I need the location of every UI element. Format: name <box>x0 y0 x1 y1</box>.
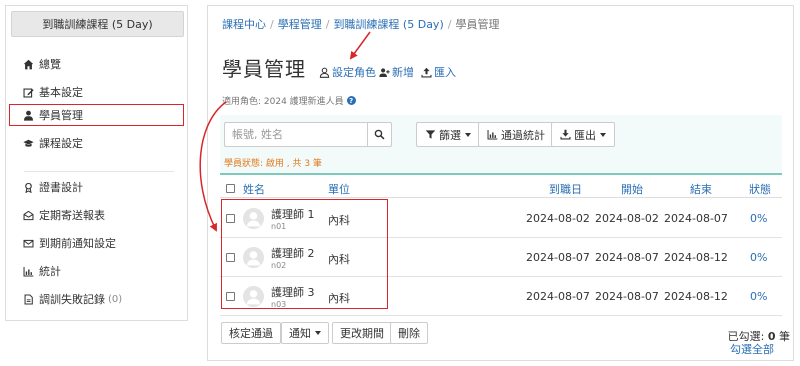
search-group <box>224 122 392 147</box>
breadcrumb-separator: / <box>447 18 452 31</box>
pass-stats-label: 通過統計 <box>501 128 545 142</box>
search-input[interactable] <box>224 122 367 147</box>
notify-button[interactable]: 通知 <box>281 322 329 344</box>
column-status[interactable]: 狀態 <box>749 181 771 197</box>
sidebar-divider <box>24 171 174 172</box>
breadcrumb-course-center[interactable]: 課程中心 <box>222 18 266 31</box>
delete-button[interactable]: 刪除 <box>390 322 428 344</box>
search-icon <box>374 129 385 140</box>
status-progress[interactable]: 0% <box>750 251 767 264</box>
select-all-checkbox[interactable] <box>226 184 235 193</box>
search-button[interactable] <box>367 122 392 147</box>
certificate-icon <box>22 181 34 193</box>
sidebar-item-course-settings[interactable]: 課程設定 <box>6 132 187 154</box>
start-date: 2024-08-02 <box>595 212 659 225</box>
add-button[interactable]: 新增 <box>379 64 414 80</box>
chevron-down-icon <box>315 331 321 335</box>
sidebar-item-certificate-design[interactable]: 證書設計 <box>6 176 187 198</box>
student-status-summary: 學員狀態: 啟用 , 共 3 筆 <box>224 159 322 169</box>
edit-icon <box>22 86 34 98</box>
status-progress[interactable]: 0% <box>750 290 767 303</box>
sidebar-item-failed-records[interactable]: 調訓失敗記錄 (0) <box>6 288 187 310</box>
arrival-date: 2024-08-07 <box>526 251 590 264</box>
user-outline-icon <box>319 67 330 78</box>
import-label: 匯入 <box>434 66 456 79</box>
breadcrumb-course[interactable]: 到職訓練課程 (5 Day) <box>333 18 443 31</box>
sidebar-item-label: 基本設定 <box>39 86 83 99</box>
sidebar-item-student-management[interactable]: 學員管理 <box>9 104 184 126</box>
page-title: 學員管理 <box>222 57 306 81</box>
set-role-label: 設定角色 <box>332 66 376 79</box>
filter-label: 篩選 <box>439 128 461 142</box>
selected-unit: 筆 <box>775 330 790 343</box>
download-icon <box>560 129 571 140</box>
column-start[interactable]: 開始 <box>621 181 643 197</box>
envelope-icon <box>22 237 34 249</box>
sidebar-item-label: 到期前通知設定 <box>39 237 116 250</box>
chevron-down-icon <box>600 132 606 137</box>
sidebar-item-statistics[interactable]: 統計 <box>6 260 187 282</box>
user-icon <box>22 109 34 121</box>
breadcrumb: 課程中心 / 學程管理 / 到職訓練課程 (5 Day) / 學員管理 <box>222 16 499 32</box>
export-button[interactable]: 匯出 <box>551 122 615 147</box>
arrival-date: 2024-08-02 <box>526 212 590 225</box>
course-title-button[interactable]: 到職訓練課程 (5 Day) <box>11 11 184 37</box>
sidebar-item-periodic-report[interactable]: 定期寄送報表 <box>6 204 187 226</box>
column-unit[interactable]: 單位 <box>328 181 350 197</box>
column-name[interactable]: 姓名 <box>243 181 265 197</box>
upload-icon <box>421 67 432 78</box>
sidebar-item-label: 總覽 <box>39 58 61 71</box>
end-date: 2024-08-07 <box>664 212 728 225</box>
change-period-button[interactable]: 更改期間 <box>332 322 392 344</box>
graduation-cap-icon <box>22 137 34 149</box>
column-arrival[interactable]: 到職日 <box>549 181 582 197</box>
table-header: 姓名 單位 到職日 開始 結束 狀態 <box>220 176 782 198</box>
select-all-link[interactable]: 勾選全部 <box>730 341 774 357</box>
filter-panel: 篩選 通過統計 匯出 學員狀態: 啟用 , 共 3 筆 <box>220 115 782 175</box>
import-button[interactable]: 匯入 <box>421 64 456 80</box>
sidebar-item-label: 調訓失敗記錄 <box>39 293 105 306</box>
sidebar-item-label: 定期寄送報表 <box>39 209 105 222</box>
applicable-role: 適用角色: 2024 護理新進人員 ? <box>222 94 356 107</box>
sidebar-item-label: 統計 <box>39 265 61 278</box>
filter-button[interactable]: 篩選 <box>416 122 480 147</box>
sidebar-item-label: 學員管理 <box>39 109 83 122</box>
breadcrumb-separator: / <box>325 18 330 31</box>
bar-chart-icon <box>487 130 498 140</box>
bar-chart-icon <box>22 265 34 277</box>
sidebar-item-expiry-notice[interactable]: 到期前通知設定 <box>6 232 187 254</box>
sidebar-item-label: 證書設計 <box>39 181 83 194</box>
sidebar: 到職訓練課程 (5 Day) 總覽 基本設定 學員管理 課程設定 證書設計 定期… <box>5 5 188 321</box>
column-end[interactable]: 結束 <box>690 181 712 197</box>
rows-highlight-box <box>221 199 388 309</box>
sidebar-item-basic-settings[interactable]: 基本設定 <box>6 81 187 103</box>
add-label: 新增 <box>392 66 414 79</box>
start-date: 2024-08-07 <box>595 251 659 264</box>
breadcrumb-program-management[interactable]: 學程管理 <box>278 18 322 31</box>
envelope-open-icon <box>22 209 34 221</box>
sidebar-item-label: 課程設定 <box>39 137 83 150</box>
set-role-button[interactable]: 設定角色 <box>319 64 376 80</box>
end-date: 2024-08-12 <box>664 290 728 303</box>
filter-icon <box>425 130 436 139</box>
file-icon <box>22 293 34 305</box>
home-icon <box>22 58 34 70</box>
arrival-date: 2024-08-07 <box>526 290 590 303</box>
chevron-down-icon <box>465 132 471 137</box>
status-progress[interactable]: 0% <box>750 212 767 225</box>
pass-stats-button[interactable]: 通過統計 <box>478 122 554 147</box>
start-date: 2024-08-07 <box>595 290 659 303</box>
end-date: 2024-08-12 <box>664 251 728 264</box>
export-label: 匯出 <box>574 128 596 142</box>
applicable-role-text: 適用角色: 2024 護理新進人員 <box>222 97 344 107</box>
failed-count: (0) <box>108 293 123 305</box>
breadcrumb-separator: / <box>270 18 274 31</box>
sidebar-item-overview[interactable]: 總覽 <box>6 53 187 75</box>
approve-button[interactable]: 核定通過 <box>221 322 281 344</box>
help-icon[interactable]: ? <box>346 96 356 105</box>
notify-label: 通知 <box>289 327 311 340</box>
user-plus-icon <box>379 67 390 77</box>
breadcrumb-current: 學員管理 <box>455 18 500 31</box>
